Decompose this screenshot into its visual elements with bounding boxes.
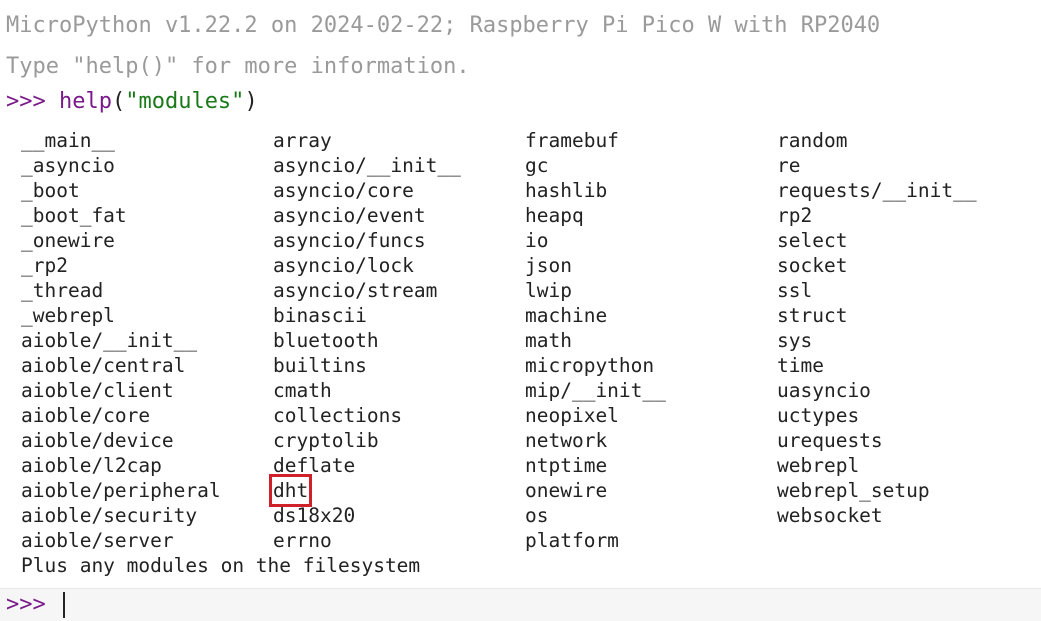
module-name: _boot_fat [21,204,127,227]
module-row: aioble/client cmath mip/__init__ uasynci… [21,378,1031,403]
module-name: struct [777,304,848,327]
module-row: aioble/core collections neopixel uctypes [21,403,1031,428]
module-name: uctypes [777,404,860,427]
module-row: _thread asyncio/stream lwip ssl [21,278,1031,303]
module-name: re [777,154,801,177]
module-name: _boot [21,179,80,202]
module-name: ntptime [525,454,608,477]
module-name: mip/__init__ [525,379,666,402]
module-name: onewire [525,479,608,502]
module-name: _webrepl [21,304,115,327]
module-name: os [525,504,549,527]
module-name: math [525,329,572,352]
module-row: aioble/l2cap deflate ntptime webrepl [21,453,1031,478]
module-name: urequests [777,429,883,452]
module-name: platform [525,529,619,552]
module-row: aioble/device cryptolib network urequest… [21,428,1031,453]
module-name: _asyncio [21,154,115,177]
module-row: _boot asyncio/core hashlib requests/__in… [21,178,1031,203]
modules-footer-note: Plus any modules on the filesystem [21,554,421,577]
version-banner: MicroPython v1.22.2 on 2024-02-22; Raspb… [6,13,881,38]
module-row: aioble/central builtins micropython time [21,353,1031,378]
module-row: _onewire asyncio/funcs io select [21,228,1031,253]
help-hint: Type "help()" for more information. [6,54,470,79]
module-row: _asyncio asyncio/__init__ gc re [21,153,1031,178]
repl-prompt: >>> [6,89,59,114]
module-name: asyncio/event [273,204,426,227]
module-name: io [525,229,549,252]
module-name: webrepl [777,454,860,477]
module-name: _onewire [21,229,115,252]
module-name: aioble/core [21,404,151,427]
module-name: random [777,129,848,152]
text-caret [63,592,65,618]
module-row: aioble/server errno platform [21,528,1031,553]
module-row: aioble/security ds18x20 os websocket [21,503,1031,528]
module-name: asyncio/funcs [273,229,426,252]
module-name: asyncio/lock [273,254,414,277]
module-row: _boot_fat asyncio/event heapq rp2 [21,203,1031,228]
module-name: webrepl_setup [777,479,930,502]
module-name: time [777,354,824,377]
module-name: ds18x20 [273,504,356,527]
module-name: aioble/l2cap [21,454,162,477]
module-name: heapq [525,204,584,227]
module-name: lwip [525,279,572,302]
command-line: >>> help("modules") [6,89,258,115]
module-name: machine [525,304,608,327]
module-name: ssl [777,279,813,302]
module-name: aioble/server [21,529,174,552]
module-name: gc [525,154,549,177]
module-name: micropython [525,354,655,377]
repl-input-line[interactable]: >>> [0,588,1041,621]
module-name: binascii [273,304,367,327]
module-name: _rp2 [21,254,68,277]
module-name: select [777,229,848,252]
module-name: cryptolib [273,429,379,452]
command-close-paren: ) [244,89,258,114]
module-name: aioble/central [21,354,186,377]
command-argument: "modules" [125,89,245,114]
module-name: uasyncio [777,379,871,402]
module-name: asyncio/core [273,179,414,202]
modules-list: __main__ array framebuf random _asyncio … [21,128,1031,553]
module-name: network [525,429,608,452]
module-name: aioble/device [21,429,174,452]
module-name: socket [777,254,848,277]
module-name: rp2 [777,204,813,227]
command-open-paren: ( [111,89,126,114]
module-name: asyncio/stream [273,279,438,302]
module-row: aioble/__init__ bluetooth math sys [21,328,1031,353]
command-function: help [58,89,112,114]
module-row: __main__ array framebuf random [21,128,1031,153]
module-row: _rp2 asyncio/lock json socket [21,253,1031,278]
input-prompt: >>> [6,592,59,617]
module-name: _thread [21,279,104,302]
module-name: aioble/security [21,504,198,527]
module-name: array [273,129,332,152]
module-name: aioble/peripheral [21,479,221,502]
module-name: aioble/client [21,379,174,402]
repl-shell[interactable]: MicroPython v1.22.2 on 2024-02-22; Raspb… [0,0,1041,621]
module-name-highlighted: dht [268,474,313,507]
module-name: json [525,254,572,277]
module-row: _webrepl binascii machine struct [21,303,1031,328]
module-name: neopixel [525,404,619,427]
module-row: aioble/peripheral dht onewire webrepl_se… [21,474,1031,507]
module-name: errno [273,529,332,552]
module-name: requests/__init__ [777,179,977,202]
module-name: __main__ [21,129,115,152]
module-name: aioble/__init__ [21,329,198,352]
module-name: deflate [273,454,356,477]
module-name: websocket [777,504,883,527]
module-name: collections [273,404,403,427]
module-name: bluetooth [273,329,379,352]
module-name: sys [777,329,813,352]
module-name: hashlib [525,179,608,202]
module-name: asyncio/__init__ [273,154,461,177]
module-name: cmath [273,379,332,402]
module-name: builtins [273,354,367,377]
module-name: framebuf [525,129,619,152]
